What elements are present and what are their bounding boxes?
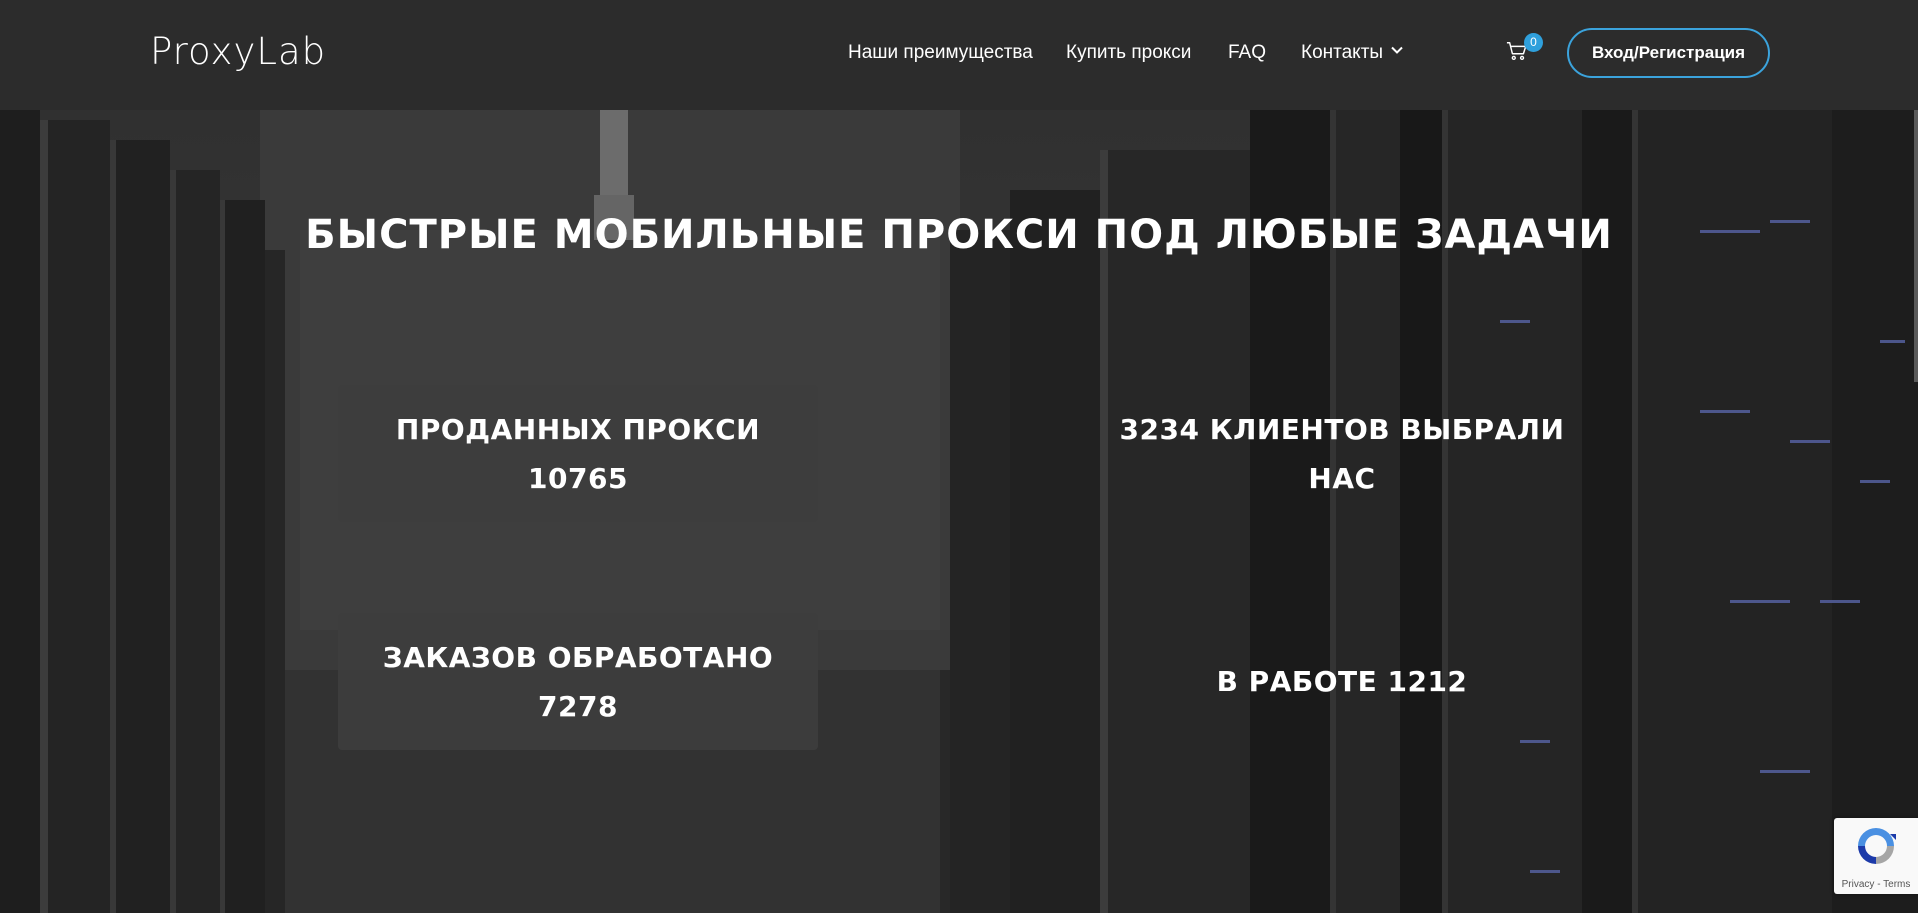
site-header: ProxyLab Наши преимущества Купить прокси… (0, 0, 1918, 110)
page-scrollbar[interactable] (1914, 110, 1918, 382)
stat-sold-proxies: ПРОДАННЫХ ПРОКСИ 10765 (338, 385, 818, 522)
recaptcha-terms-link[interactable]: Terms (1883, 879, 1910, 890)
nav-item-contacts-label: Контакты (1301, 42, 1384, 63)
stat-sold-proxies-value: 10765 (528, 461, 628, 495)
stat-sold-proxies-label: ПРОДАННЫХ ПРОКСИ (395, 412, 761, 446)
stat-clients-value: НАС (1308, 461, 1376, 495)
hero-title: БЫСТРЫЕ МОБИЛЬНЫЕ ПРОКСИ ПОД ЛЮБЫЕ ЗАДАЧ… (305, 212, 1613, 258)
cart-button[interactable]: 0 (1506, 33, 1543, 66)
stat-clients: 3234 КЛИЕНТОВ ВЫБРАЛИ НАС (1102, 385, 1582, 522)
cart-count-badge: 0 (1524, 33, 1543, 52)
recaptcha-badge[interactable]: Privacy - Terms (1834, 818, 1918, 894)
recaptcha-icon (1858, 828, 1896, 864)
stat-in-progress-label: В РАБОТЕ 1212 (1216, 665, 1468, 698)
nav-item-buy-proxy[interactable]: Купить прокси (1066, 42, 1191, 64)
stat-orders-value: 7278 (538, 689, 618, 723)
chevron-down-icon (1391, 46, 1403, 54)
stat-orders-label: ЗАКАЗОВ ОБРАБОТАНО (382, 640, 774, 674)
stat-orders-processed: ЗАКАЗОВ ОБРАБОТАНО 7278 (338, 613, 818, 750)
nav-item-advantages[interactable]: Наши преимущества (848, 42, 1033, 64)
stat-clients-label: 3234 КЛИЕНТОВ ВЫБРАЛИ (1119, 412, 1565, 446)
nav-item-faq[interactable]: FAQ (1228, 42, 1266, 64)
page: ProxyLab Наши преимущества Купить прокси… (0, 0, 1918, 913)
recaptcha-links: Privacy - Terms (1834, 879, 1918, 890)
login-register-button[interactable]: Вход/Регистрация (1567, 28, 1770, 78)
recaptcha-privacy-link[interactable]: Privacy (1842, 879, 1875, 890)
nav-item-contacts[interactable]: Контакты (1301, 42, 1403, 64)
hero-section: БЫСТРЫЕ МОБИЛЬНЫЕ ПРОКСИ ПОД ЛЮБЫЕ ЗАДАЧ… (0, 110, 1918, 913)
stat-in-progress: В РАБОТЕ 1212 (1102, 613, 1582, 750)
recaptcha-separator: - (1874, 879, 1884, 890)
